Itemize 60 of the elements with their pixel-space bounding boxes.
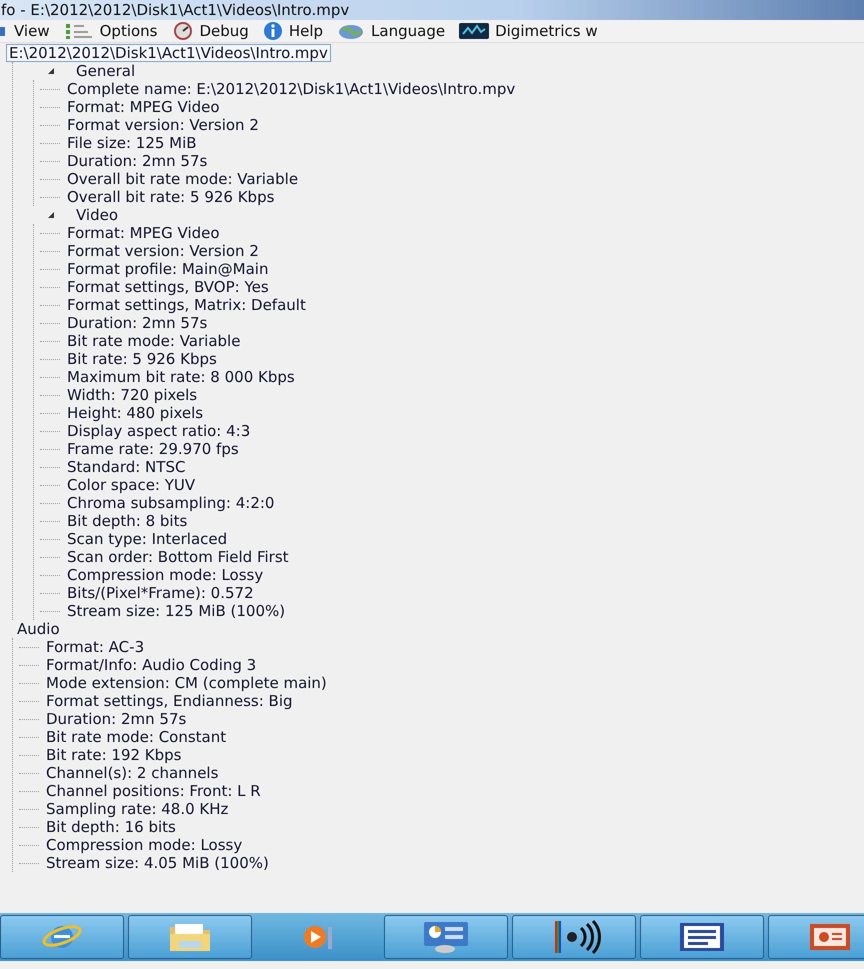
tree-item[interactable]: Format version: Version 2 (64, 242, 262, 260)
tree-item[interactable]: Chroma subsampling: 4:2:0 (64, 494, 278, 512)
tree-item[interactable]: Mode extension: CM (complete main) (43, 674, 330, 692)
tree-item[interactable]: Bit rate mode: Variable (64, 332, 244, 350)
list-icon (64, 22, 94, 40)
tree-item[interactable]: Channel positions: Front: L R (43, 782, 264, 800)
tree-item[interactable]: Sampling rate: 48.0 KHz (43, 800, 232, 818)
tree-item[interactable]: Bit depth: 8 bits (64, 512, 190, 530)
tree-item[interactable]: Format: AC-3 (43, 638, 148, 656)
info-icon (262, 21, 283, 41)
tree-item[interactable]: Format version: Version 2 (64, 116, 262, 134)
tree-item[interactable]: Format settings, BVOP: Yes (64, 278, 272, 296)
tree-item[interactable]: Format: MPEG Video (64, 224, 223, 242)
tree-item[interactable]: Channel(s): 2 channels (43, 764, 222, 782)
menu-item[interactable]: Options (58, 22, 166, 40)
tree-item[interactable]: Stream size: 4.05 MiB (100%) (43, 854, 272, 872)
tree-item[interactable]: Compression mode: Lossy (64, 566, 266, 584)
folder-icon[interactable] (167, 921, 213, 953)
tree-node[interactable]: E:\2012\2012\Disk1\Act1\Videos\Intro.mpv (6, 44, 331, 62)
tree-item[interactable]: Bit rate: 5 926 Kbps (64, 350, 220, 368)
tree-item[interactable]: Duration: 2mn 57s (64, 152, 210, 170)
menu-item[interactable]: View (0, 22, 58, 40)
window-title: fo - E:\2012\2012\Disk1\Act1\Videos\Intro.mpv (0, 1, 350, 19)
control-panel-icon[interactable] (421, 920, 471, 954)
tree-item[interactable]: Standard: NTSC (64, 458, 188, 476)
tree-item[interactable]: Format settings, Endianness: Big (43, 692, 296, 710)
tree-item[interactable]: Color space: YUV (64, 476, 198, 494)
tree-item[interactable]: Complete name: E:\2012\2012\Disk1\Act1\Videos\Intro.mpv (64, 80, 518, 98)
tree-item[interactable]: Duration: 2mn 57s (64, 314, 210, 332)
tree-item[interactable]: Width: 720 pixels (64, 386, 200, 404)
tree-item[interactable]: Scan order: Bottom Field First (64, 548, 292, 566)
tree-node[interactable]: Video (73, 206, 122, 224)
menu-item[interactable]: Language (331, 21, 454, 41)
tree-item[interactable]: Overall bit rate: 5 926 Kbps (64, 188, 278, 206)
tree-item[interactable]: Overall bit rate mode: Variable (64, 170, 302, 188)
chart-icon (459, 22, 490, 40)
tree-item[interactable]: File size: 125 MiB (64, 134, 200, 152)
tree-item[interactable]: Format/Info: Audio Coding 3 (43, 656, 260, 674)
tree-item[interactable]: Duration: 2mn 57s (43, 710, 190, 728)
tree-item[interactable]: Bit rate mode: Constant (43, 728, 230, 746)
menu-item[interactable]: Debug (166, 21, 257, 41)
tree-node[interactable]: General (73, 62, 138, 80)
tree-node[interactable]: Audio (14, 620, 63, 638)
tree-item[interactable]: Bit depth: 16 bits (43, 818, 179, 836)
tree-item[interactable]: Scan type: Interlaced (64, 530, 230, 548)
tree-item[interactable]: Maximum bit rate: 8 000 Kbps (64, 368, 298, 386)
collapse-icon[interactable] (47, 67, 55, 75)
tree-item[interactable]: Stream size: 125 MiB (100%) (64, 602, 288, 620)
tree-item[interactable]: Format: MPEG Video (64, 98, 223, 116)
tree-item[interactable]: Bit rate: 192 Kbps (43, 746, 184, 764)
tree-item[interactable]: Format settings, Matrix: Default (64, 296, 309, 314)
tree-item[interactable]: Format profile: Main@Main (64, 260, 272, 278)
tree-item[interactable]: Bits/(Pixel*Frame): 0.572 (64, 584, 257, 602)
menu-item[interactable]: Help (256, 21, 332, 41)
menu-item[interactable]: Digimetrics w (453, 22, 606, 40)
tree-item[interactable]: Display aspect ratio: 4:3 (64, 422, 254, 440)
tree-item[interactable]: Frame rate: 29.970 fps (64, 440, 242, 458)
tree-item[interactable]: Height: 480 pixels (64, 404, 206, 422)
tree-item[interactable]: Compression mode: Lossy (43, 836, 246, 854)
collapse-icon[interactable] (47, 211, 55, 219)
